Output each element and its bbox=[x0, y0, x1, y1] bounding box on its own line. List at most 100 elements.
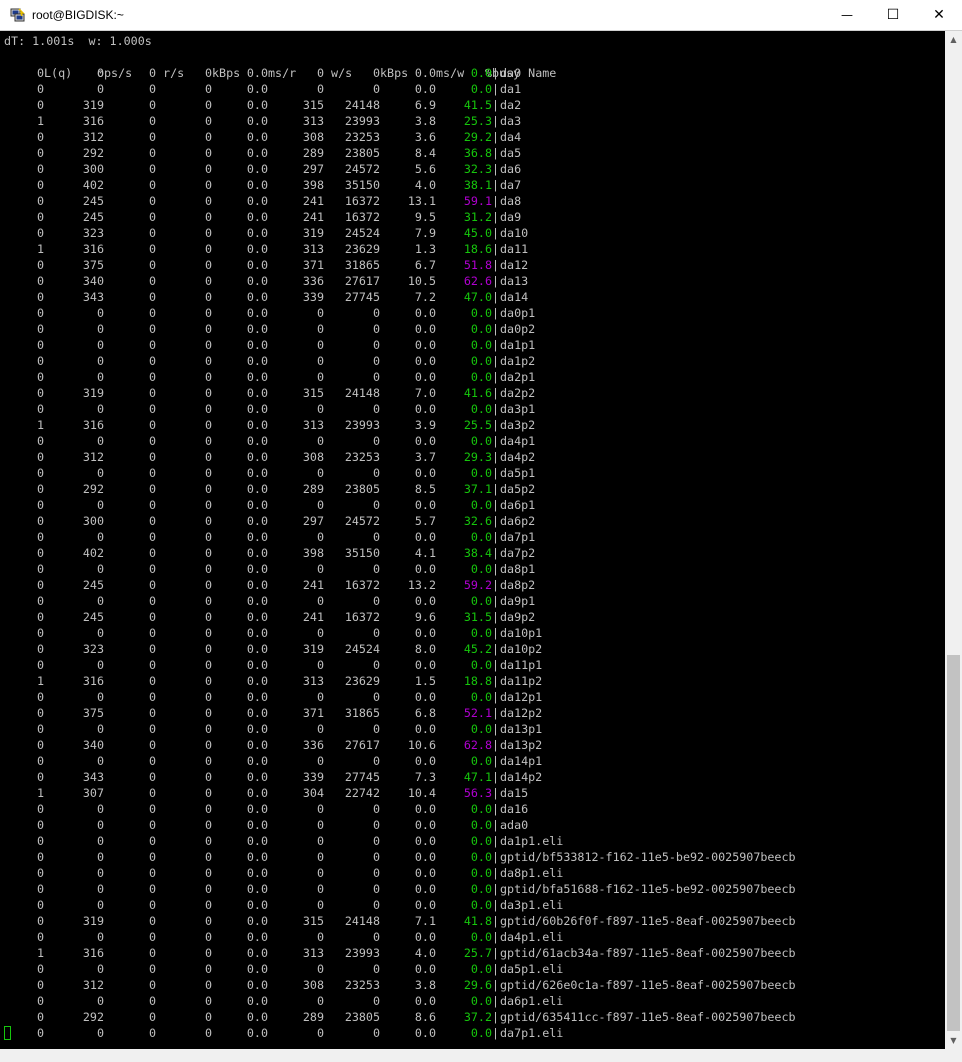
cell-kbps-write: 23805 bbox=[344, 482, 380, 496]
cell-busy: 52.1 bbox=[463, 706, 492, 720]
cell-name: da4 bbox=[500, 130, 522, 144]
cell-ms-write: 0.0 bbox=[414, 994, 436, 1008]
cell-ms-write: 3.6 bbox=[414, 130, 436, 144]
terminal-output[interactable]: dT: 1.001s w: 1.000s L(q) ops/s r/s kBps ms/… bbox=[0, 31, 945, 1049]
scroll-down-icon[interactable]: ▼ bbox=[945, 1032, 962, 1049]
cell-busy: 0.0 bbox=[470, 818, 492, 832]
cell-busy: 56.3 bbox=[463, 786, 492, 800]
scroll-up-icon[interactable]: ▲ bbox=[945, 31, 962, 48]
cell-lq: 0 bbox=[36, 226, 44, 240]
cell-ms-write: 0.0 bbox=[414, 882, 436, 896]
cell-kbps-write: 0 bbox=[372, 850, 380, 864]
cell-ws: 0 bbox=[316, 626, 324, 640]
cell-kbps-read: 0 bbox=[204, 642, 212, 656]
cell-ms-write: 3.8 bbox=[414, 978, 436, 992]
cell-ms-read: 0.0 bbox=[246, 306, 268, 320]
cell-name: gptid/635411cc-f897-11e5-8eaf-0025907bee… bbox=[500, 1010, 796, 1024]
cell-kbps-read: 0 bbox=[204, 866, 212, 880]
cell-ms-read: 0.0 bbox=[246, 706, 268, 720]
cell-ws: 0 bbox=[316, 66, 324, 80]
cell-ops: 0 bbox=[96, 754, 104, 768]
cell-name: da9p1 bbox=[500, 594, 536, 608]
cell-ops: 245 bbox=[82, 194, 104, 208]
cell-ms-read: 0.0 bbox=[246, 98, 268, 112]
table-row: 0 0 0 0 0.0 0 0 0.0 0.0|da0p2 bbox=[4, 321, 535, 337]
cell-ops: 323 bbox=[82, 226, 104, 240]
cell-ms-read: 0.0 bbox=[246, 114, 268, 128]
cell-ms-read: 0.0 bbox=[246, 274, 268, 288]
cell-ms-write: 0.0 bbox=[414, 82, 436, 96]
cell-name: da16 bbox=[500, 802, 529, 816]
cell-kbps-read: 0 bbox=[204, 434, 212, 448]
cell-ops: 292 bbox=[82, 1010, 104, 1024]
cell-name: da1p1.eli bbox=[500, 834, 564, 848]
cell-rs: 0 bbox=[148, 802, 156, 816]
minimize-button[interactable]: — bbox=[824, 0, 870, 30]
title-bar[interactable]: root@BIGDISK:~ — ☐ ✕ bbox=[0, 0, 962, 31]
cell-ws: 0 bbox=[316, 530, 324, 544]
cell-ws: 0 bbox=[316, 306, 324, 320]
cell-ms-write: 0.0 bbox=[414, 834, 436, 848]
cell-ms-write: 8.6 bbox=[414, 1010, 436, 1024]
cell-lq: 0 bbox=[36, 770, 44, 784]
cell-rs: 0 bbox=[148, 642, 156, 656]
table-row: 0 323 0 0 0.0 319 24524 7.9 45.0|da10 bbox=[4, 225, 528, 241]
cell-ms-read: 0.0 bbox=[246, 930, 268, 944]
cell-busy: 0.0 bbox=[470, 898, 492, 912]
cell-kbps-read: 0 bbox=[204, 146, 212, 160]
cell-ms-write: 7.3 bbox=[414, 770, 436, 784]
table-row: 0 245 0 0 0.0 241 16372 13.2 59.2|da8p2 bbox=[4, 577, 535, 593]
cell-kbps-read: 0 bbox=[204, 210, 212, 224]
cell-lq: 1 bbox=[36, 946, 44, 960]
cell-lq: 1 bbox=[36, 418, 44, 432]
cell-rs: 0 bbox=[148, 850, 156, 864]
scrollbar-thumb[interactable] bbox=[947, 655, 960, 1031]
cell-kbps-write: 0 bbox=[372, 498, 380, 512]
cell-busy: 0.0 bbox=[470, 594, 492, 608]
table-row: 1 316 0 0 0.0 313 23993 3.9 25.5|da3p2 bbox=[4, 417, 535, 433]
close-button[interactable]: ✕ bbox=[916, 0, 962, 30]
cell-kbps-write: 0 bbox=[372, 802, 380, 816]
taskbar-edge bbox=[0, 1049, 962, 1062]
cell-lq: 0 bbox=[36, 338, 44, 352]
cell-name: da13p1 bbox=[500, 722, 543, 736]
cell-ms-read: 0.0 bbox=[246, 130, 268, 144]
cell-ms-write: 0.0 bbox=[414, 866, 436, 880]
cell-busy: 38.1 bbox=[463, 178, 492, 192]
cell-kbps-read: 0 bbox=[204, 354, 212, 368]
cell-lq: 0 bbox=[36, 274, 44, 288]
cell-ms-read: 0.0 bbox=[246, 994, 268, 1008]
cell-busy: 0.0 bbox=[470, 722, 492, 736]
cell-lq: 0 bbox=[36, 130, 44, 144]
vertical-scrollbar[interactable]: ▲ ▼ bbox=[945, 31, 962, 1049]
cell-lq: 0 bbox=[36, 1010, 44, 1024]
cell-lq: 1 bbox=[36, 786, 44, 800]
cell-ws: 315 bbox=[302, 914, 324, 928]
cell-kbps-write: 0 bbox=[372, 66, 380, 80]
cell-ops: 307 bbox=[82, 786, 104, 800]
cell-rs: 0 bbox=[148, 130, 156, 144]
cell-ms-read: 0.0 bbox=[246, 962, 268, 976]
cell-rs: 0 bbox=[148, 770, 156, 784]
cell-ms-read: 0.0 bbox=[246, 226, 268, 240]
cell-name: da10p1 bbox=[500, 626, 543, 640]
cell-ops: 292 bbox=[82, 146, 104, 160]
cell-lq: 0 bbox=[36, 562, 44, 576]
cell-ops: 316 bbox=[82, 946, 104, 960]
maximize-button[interactable]: ☐ bbox=[870, 0, 916, 30]
cell-name: da3p1 bbox=[500, 402, 536, 416]
cell-rs: 0 bbox=[148, 418, 156, 432]
cell-ms-read: 0.0 bbox=[246, 82, 268, 96]
cell-kbps-write: 31865 bbox=[344, 258, 380, 272]
cell-name: da8p1.eli bbox=[500, 866, 564, 880]
cell-ms-read: 0.0 bbox=[246, 514, 268, 528]
cell-ops: 316 bbox=[82, 418, 104, 432]
table-row: 0 245 0 0 0.0 241 16372 9.5 31.2|da9 bbox=[4, 209, 521, 225]
cell-rs: 0 bbox=[148, 914, 156, 928]
cell-lq: 0 bbox=[36, 66, 44, 80]
cell-name: da1p2 bbox=[500, 354, 536, 368]
cell-ops: 340 bbox=[82, 738, 104, 752]
cell-kbps-write: 23993 bbox=[344, 418, 380, 432]
cell-kbps-read: 0 bbox=[204, 882, 212, 896]
table-row: 1 316 0 0 0.0 313 23993 3.8 25.3|da3 bbox=[4, 113, 521, 129]
